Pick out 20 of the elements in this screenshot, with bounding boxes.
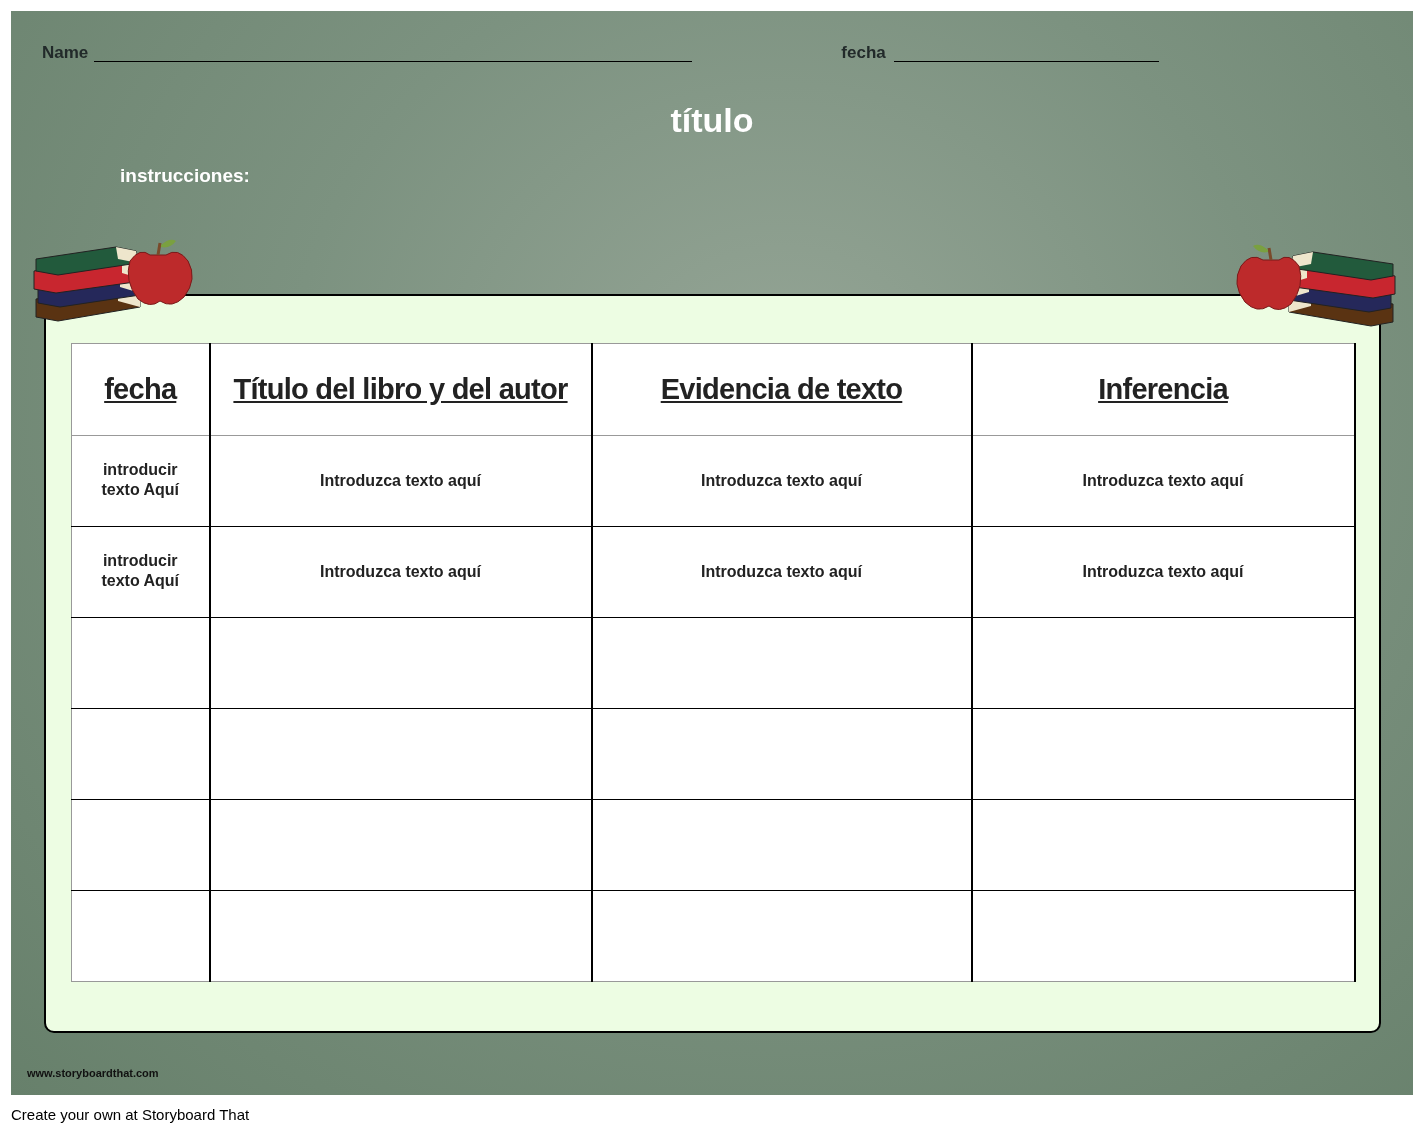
column-heading: fecha bbox=[104, 372, 177, 405]
column-heading: Título del libro y del autor bbox=[233, 372, 568, 405]
table-cell: Introduzca texto aquí bbox=[971, 435, 1355, 527]
date-fill-in-line[interactable] bbox=[893, 61, 1159, 62]
column-heading: Inferencia bbox=[1098, 372, 1228, 405]
worksheet-title: título bbox=[670, 100, 754, 141]
instructions-label: instrucciones: bbox=[120, 165, 250, 186]
column-heading: Evidencia de texto bbox=[660, 372, 903, 405]
table-cell: introducir texto Aquí bbox=[71, 435, 210, 527]
table-cell: Introduzca texto aquí bbox=[591, 526, 972, 618]
table-cell: Introduzca texto aquí bbox=[591, 435, 972, 527]
table-cell: Introduzca texto aquí bbox=[209, 526, 592, 618]
website-url: www.storyboardthat.com bbox=[27, 1065, 159, 1081]
name-fill-in-line[interactable] bbox=[94, 61, 693, 62]
name-label: Name bbox=[42, 41, 89, 64]
table-cell: introducir texto Aquí bbox=[71, 526, 210, 618]
table-cell: Introduzca texto aquí bbox=[209, 435, 592, 527]
table-cell: Introduzca texto aquí bbox=[971, 526, 1355, 618]
date-label: fecha bbox=[841, 41, 886, 64]
caption-text: Create your own at Storyboard That bbox=[11, 1105, 250, 1125]
